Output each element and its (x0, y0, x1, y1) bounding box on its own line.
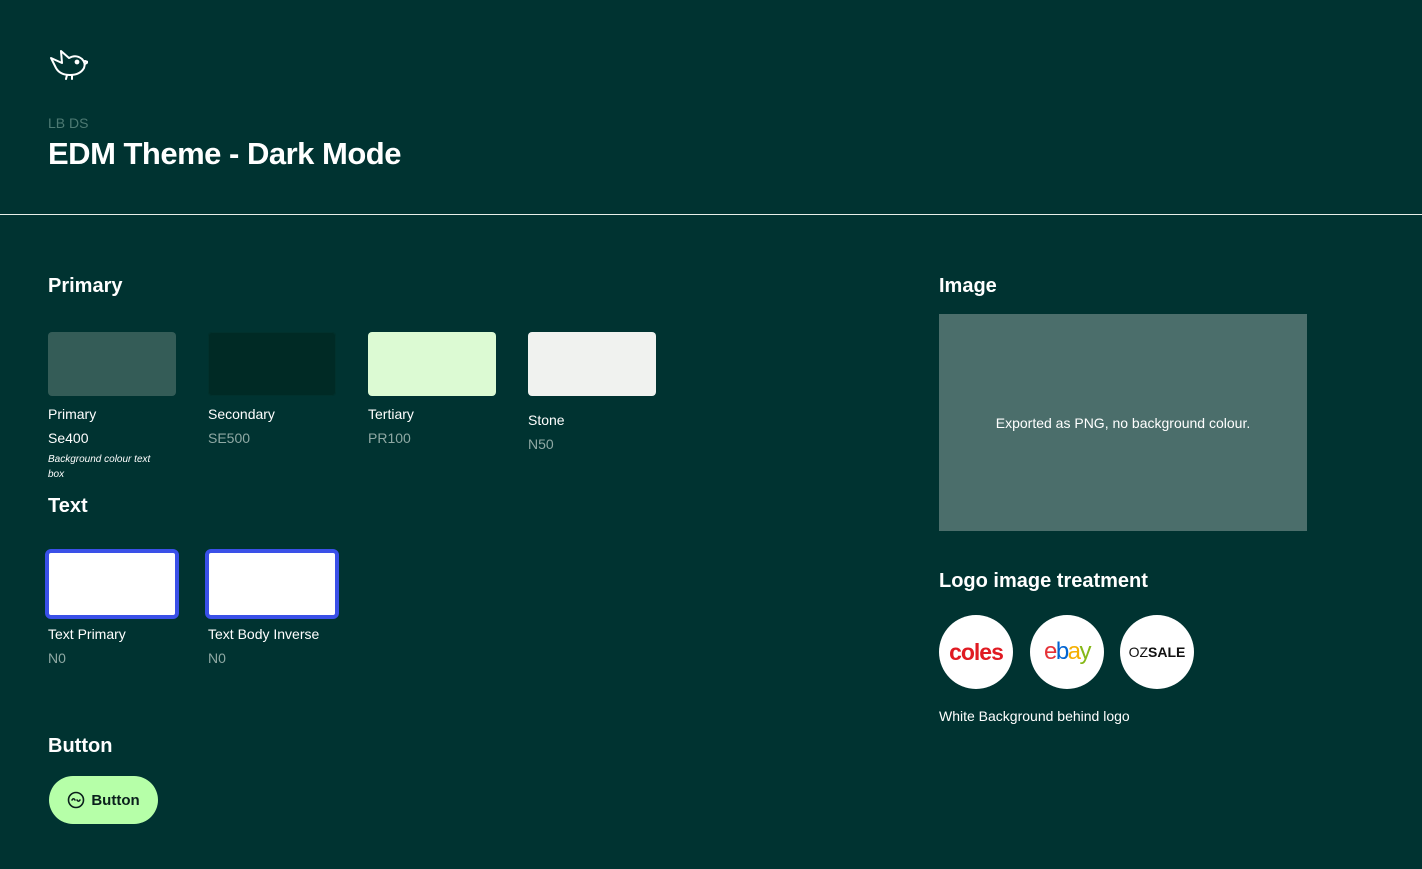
swatch-primary-note: Background colour text box (48, 454, 151, 480)
ozsale-logo: OZSALE (1120, 615, 1194, 689)
swatch-stone[interactable] (528, 332, 656, 396)
ebay-logo-text: ebay (1043, 638, 1092, 665)
eyebrow-label: LB DS (48, 115, 89, 131)
image-placeholder: Exported as PNG, no background colour. (939, 314, 1307, 531)
coles-logo-text: coles (949, 638, 1004, 665)
swatch-text-primary[interactable] (45, 549, 179, 619)
swatch-tertiary-label: Tertiary (368, 406, 414, 422)
button-section-title: Button (48, 735, 113, 757)
swatch-stone-label: Stone (528, 412, 565, 428)
swatch-stone-code: N50 (528, 436, 554, 452)
sample-button[interactable]: Button (49, 776, 158, 824)
swatch-primary-label: Primary (48, 406, 97, 422)
swatch-text-body-inverse-code: N0 (208, 650, 226, 666)
swatch-text-primary-label: Text Primary (48, 626, 126, 642)
ozsale-logo-text: OZSALE (1128, 644, 1186, 660)
header-divider (0, 214, 1422, 215)
text-section-title: Text (48, 495, 88, 517)
image-section-title: Image (939, 275, 997, 297)
swatch-text-primary-code: N0 (48, 650, 66, 666)
swatch-secondary-label: Secondary (208, 406, 275, 422)
swatch-primary[interactable] (48, 332, 176, 396)
smile-circle-icon (68, 791, 85, 809)
swatch-tertiary-code: PR100 (368, 430, 411, 446)
swatch-tertiary[interactable] (368, 332, 496, 396)
ebay-logo: ebay (1030, 615, 1104, 689)
swatch-text-body-inverse-label: Text Body Inverse (208, 626, 320, 642)
coles-logo: coles (939, 615, 1013, 689)
logo-section-title: Logo image treatment (939, 570, 1148, 592)
logo-caption: White Background behind logo (939, 708, 1130, 724)
swatch-primary-code: Se400 (48, 430, 89, 446)
sample-button-label: Button (91, 791, 140, 809)
swatch-secondary-code: SE500 (208, 430, 251, 446)
swatch-text-body-inverse[interactable] (205, 549, 339, 619)
bird-icon (50, 50, 88, 80)
primary-section-title: Primary (48, 275, 123, 297)
swatch-secondary[interactable] (208, 332, 336, 396)
page-title: EDM Theme - Dark Mode (48, 136, 401, 171)
image-caption: Exported as PNG, no background colour. (995, 414, 1251, 431)
